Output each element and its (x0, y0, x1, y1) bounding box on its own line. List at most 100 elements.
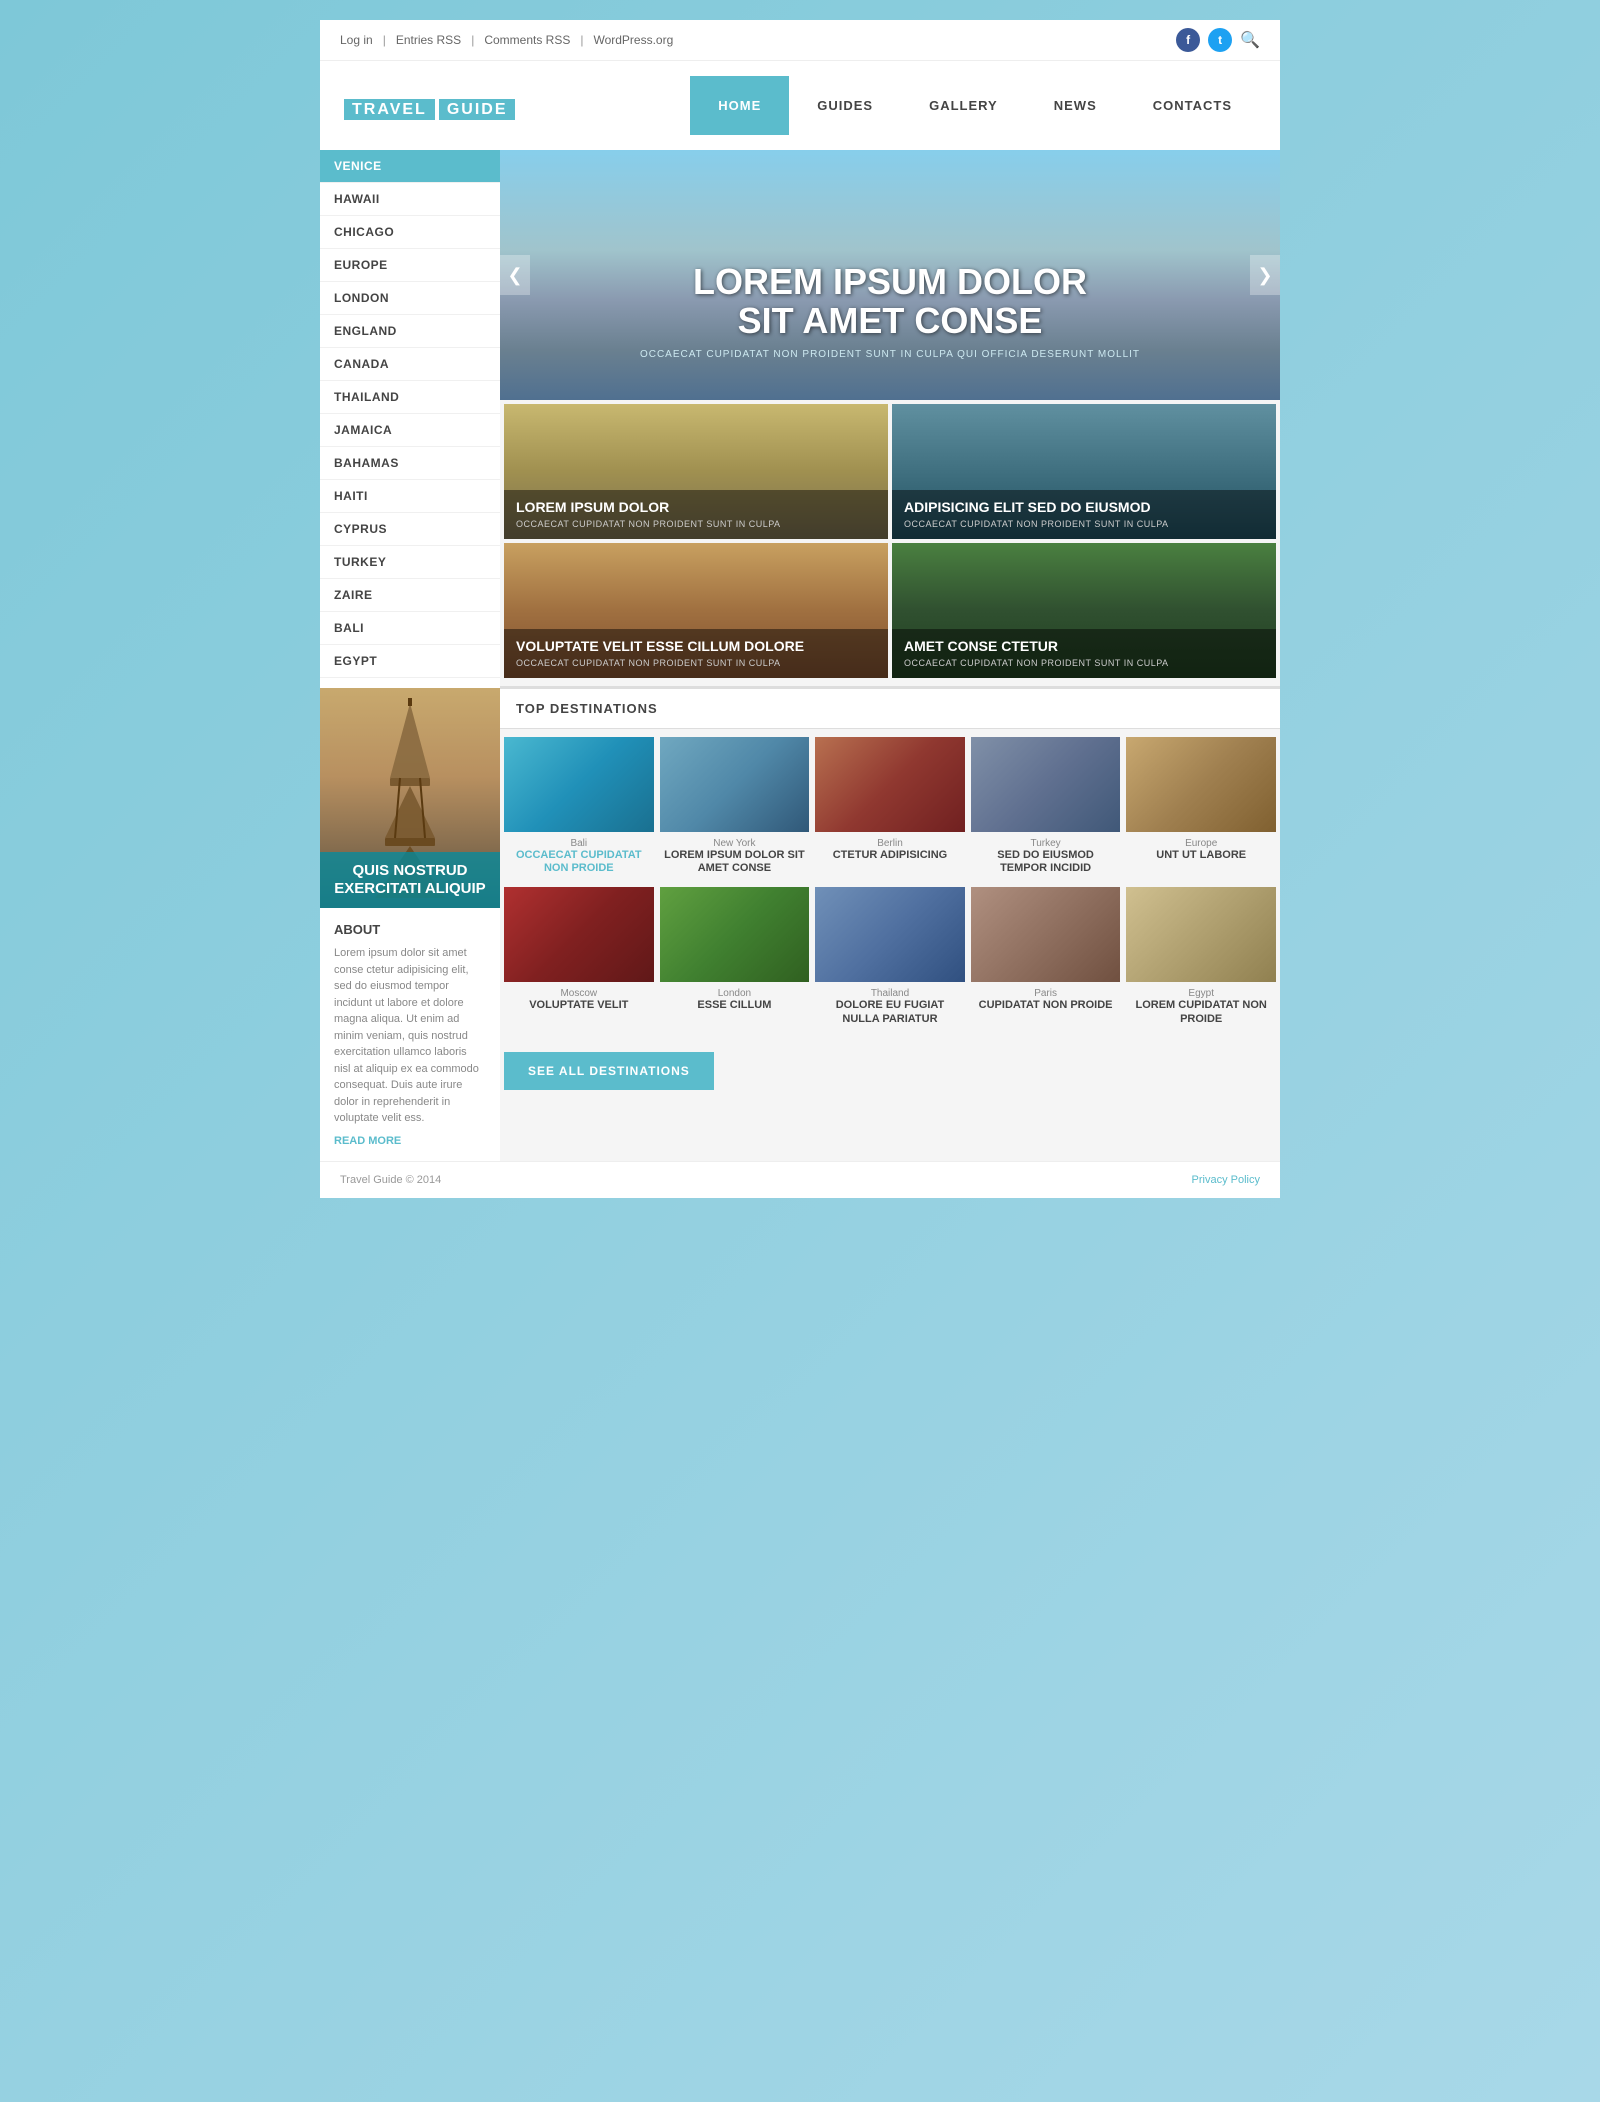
privacy-policy-link[interactable]: Privacy Policy (1192, 1174, 1260, 1186)
dest-location-london: London (662, 988, 808, 999)
see-all-wrapper: SEE ALL DESTINATIONS (500, 1040, 1280, 1102)
logo: TRAVELGUIDE (340, 90, 515, 121)
content-area: VENICE HAWAII CHICAGO EUROPE LONDON ENGL… (320, 150, 1280, 1161)
list-item[interactable]: THAILAND (320, 381, 500, 414)
facebook-icon[interactable]: f (1176, 28, 1200, 52)
about-title: ABOUT (334, 922, 486, 937)
dest-image-egypt (1126, 887, 1276, 982)
list-item[interactable]: EUROPE (320, 249, 500, 282)
logo-badge: GUIDE (439, 99, 516, 120)
list-item[interactable]: HAWAII (320, 183, 500, 216)
thumb-card-3[interactable]: VOLUPTATE VELIT ESSE CILLUM DOLORE OCCAE… (504, 543, 888, 678)
top-bar-right: f t 🔍 (1176, 28, 1260, 52)
see-all-button[interactable]: SEE ALL DESTINATIONS (504, 1052, 714, 1090)
thumb-card-4[interactable]: AMET CONSE CTETUR OCCAECAT CUPIDATAT NON… (892, 543, 1276, 678)
slider-next-button[interactable]: ❯ (1250, 255, 1280, 295)
dest-name-egypt: LOREM CUPIDATAT NON PROIDE (1128, 999, 1274, 1025)
list-item[interactable]: EGYPT (320, 645, 500, 678)
nav-guides[interactable]: GUIDES (789, 76, 901, 135)
list-item[interactable]: JAMAICA (320, 414, 500, 447)
thumb-desc-4: OCCAECAT CUPIDATAT NON PROIDENT SUNT IN … (904, 658, 1264, 668)
thumb-title-2: ADIPISICING ELIT SED DO EIUSMOD (904, 500, 1264, 515)
dest-name-thailand: DOLORE EU FUGIAT NULLA PARIATUR (817, 999, 963, 1025)
dest-image-turkey (971, 737, 1121, 832)
dest-image-paris (971, 887, 1121, 982)
list-item[interactable]: LONDON (320, 282, 500, 315)
dest-location-europe: Europe (1128, 838, 1274, 849)
wordpress-link[interactable]: WordPress.org (593, 33, 673, 47)
list-item[interactable]: CYPRUS (320, 513, 500, 546)
comments-rss-link[interactable]: Comments RSS (484, 33, 570, 47)
about-text: Lorem ipsum dolor sit amet conse ctetur … (334, 945, 486, 1127)
dest-name-europe: UNT UT LABORE (1128, 849, 1274, 862)
section-title: TOP DESTINATIONS (516, 701, 1264, 716)
list-item[interactable]: CHICAGO (320, 216, 500, 249)
thumb-title-1: LOREM IPSUM DOLOR (516, 500, 876, 515)
thumb-desc-2: OCCAECAT CUPIDATAT NON PROIDENT SUNT IN … (904, 519, 1264, 529)
dest-card-paris[interactable]: Paris CUPIDATAT NON PROIDE (971, 887, 1121, 1031)
dest-card-moscow[interactable]: Moscow VOLUPTATE VELIT (504, 887, 654, 1031)
list-item[interactable]: BALI (320, 612, 500, 645)
dest-location-bali: Bali (506, 838, 652, 849)
dest-location-turkey: Turkey (973, 838, 1119, 849)
thumb-desc-3: OCCAECAT CUPIDATAT NON PROIDENT SUNT IN … (516, 658, 876, 668)
thumb-title-4: AMET CONSE CTETUR (904, 639, 1264, 654)
search-button[interactable]: 🔍 (1240, 30, 1260, 50)
entries-rss-link[interactable]: Entries RSS (396, 33, 461, 47)
dest-name-newyork: LOREM IPSUM DOLOR SIT AMET CONSE (662, 849, 808, 875)
list-item[interactable]: HAITI (320, 480, 500, 513)
thumb-desc-1: OCCAECAT CUPIDATAT NON PROIDENT SUNT IN … (516, 519, 876, 529)
thumb-card-2[interactable]: ADIPISICING ELIT SED DO EIUSMOD OCCAECAT… (892, 404, 1276, 539)
dest-name-paris: CUPIDATAT NON PROIDE (973, 999, 1119, 1012)
main-content: ❮ LOREM IPSUM DOLOR SIT AMET CONSE OCCAE… (500, 150, 1280, 1161)
list-item[interactable]: BAHAMAS (320, 447, 500, 480)
list-item[interactable]: ENGLAND (320, 315, 500, 348)
hero-image: ❮ LOREM IPSUM DOLOR SIT AMET CONSE OCCAE… (500, 150, 1280, 400)
footer-copyright: Travel Guide © 2014 (340, 1174, 441, 1186)
list-item[interactable]: ZAIRE (320, 579, 500, 612)
sidebar-menu: VENICE HAWAII CHICAGO EUROPE LONDON ENGL… (320, 150, 500, 678)
thumb-title-3: VOLUPTATE VELIT ESSE CILLUM DOLORE (516, 639, 876, 654)
dest-card-thailand[interactable]: Thailand DOLORE EU FUGIAT NULLA PARIATUR (815, 887, 965, 1031)
sidebar-promo: QUIS NOSTRUD EXERCITATI ALIQUIP (320, 688, 500, 908)
list-item[interactable]: CANADA (320, 348, 500, 381)
dest-image-london (660, 887, 810, 982)
top-bar: Log in | Entries RSS | Comments RSS | Wo… (320, 20, 1280, 61)
dest-card-newyork[interactable]: New York LOREM IPSUM DOLOR SIT AMET CONS… (660, 737, 810, 881)
nav-news[interactable]: NEWS (1026, 76, 1125, 135)
sidebar-promo-image: QUIS NOSTRUD EXERCITATI ALIQUIP (320, 688, 500, 908)
hero-subtitle: OCCAECAT CUPIDATAT NON PROIDENT SUNT IN … (500, 349, 1280, 360)
nav-home[interactable]: HOME (690, 76, 789, 135)
dest-card-egypt[interactable]: Egypt LOREM CUPIDATAT NON PROIDE (1126, 887, 1276, 1031)
dest-location-paris: Paris (973, 988, 1119, 999)
main-nav: HOME GUIDES GALLERY NEWS CONTACTS (690, 76, 1260, 135)
dest-card-berlin[interactable]: Berlin CTETUR ADIPISICING (815, 737, 965, 881)
dest-card-europe[interactable]: Europe UNT UT LABORE (1126, 737, 1276, 881)
dest-card-turkey[interactable]: Turkey SED DO EIUSMOD TEMPOR INCIDID (971, 737, 1121, 881)
dest-name-berlin: CTETUR ADIPISICING (817, 849, 963, 862)
dest-image-newyork (660, 737, 810, 832)
twitter-icon[interactable]: t (1208, 28, 1232, 52)
nav-gallery[interactable]: GALLERY (901, 76, 1026, 135)
hero-title: LOREM IPSUM DOLOR SIT AMET CONSE (500, 262, 1280, 341)
sidebar-about: ABOUT Lorem ipsum dolor sit amet conse c… (320, 908, 500, 1161)
logo-text: TRAVEL (344, 99, 435, 120)
dest-location-berlin: Berlin (817, 838, 963, 849)
header: TRAVELGUIDE HOME GUIDES GALLERY NEWS CON… (320, 61, 1280, 150)
nav-contacts[interactable]: CONTACTS (1125, 76, 1260, 135)
section-header: TOP DESTINATIONS (500, 686, 1280, 729)
dest-location-egypt: Egypt (1128, 988, 1274, 999)
read-more-link[interactable]: READ MORE (334, 1135, 486, 1147)
dest-location-thailand: Thailand (817, 988, 963, 999)
dest-card-bali[interactable]: Bali OCCAECAT CUPIDATAT NON PROIDE (504, 737, 654, 881)
list-item[interactable]: TURKEY (320, 546, 500, 579)
login-link[interactable]: Log in (340, 33, 373, 47)
dest-location-newyork: New York (662, 838, 808, 849)
dest-card-london[interactable]: London ESSE CILLUM (660, 887, 810, 1031)
footer: Travel Guide © 2014 Privacy Policy (320, 1161, 1280, 1198)
dest-image-bali (504, 737, 654, 832)
list-item[interactable]: VENICE (320, 150, 500, 183)
dest-name-bali: OCCAECAT CUPIDATAT NON PROIDE (506, 849, 652, 875)
thumb-card-1[interactable]: LOREM IPSUM DOLOR OCCAECAT CUPIDATAT NON… (504, 404, 888, 539)
dest-name-moscow: VOLUPTATE VELIT (506, 999, 652, 1012)
